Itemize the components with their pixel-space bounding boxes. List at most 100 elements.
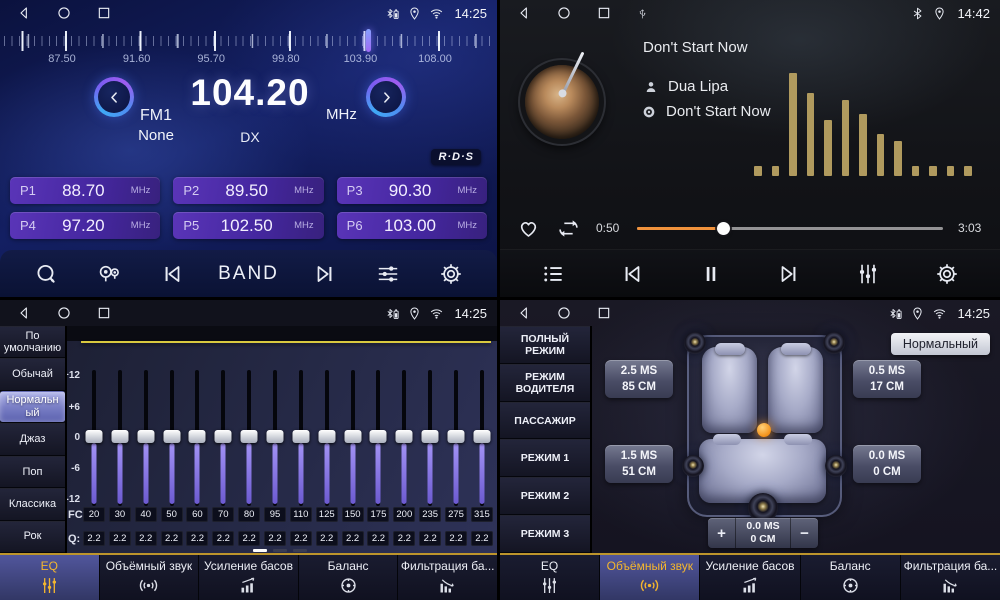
delay-decrease-button[interactable]: − bbox=[790, 518, 818, 548]
eq-slider-thumb[interactable] bbox=[111, 430, 128, 443]
eq-slider-thumb[interactable] bbox=[267, 430, 284, 443]
nav-back-icon[interactable] bbox=[516, 5, 532, 21]
eq-tab-surround[interactable]: Объёмный звук bbox=[100, 555, 200, 600]
surround-mode-item[interactable]: РЕЖИМ 3 bbox=[500, 515, 590, 553]
favorite-icon[interactable] bbox=[516, 216, 541, 241]
eq-preset-item[interactable]: Классика bbox=[0, 488, 65, 520]
nav-recents-icon[interactable] bbox=[96, 305, 112, 321]
listener-position-dot[interactable] bbox=[757, 423, 771, 437]
eq-slider-thumb[interactable] bbox=[292, 430, 309, 443]
eq-slider-thumb[interactable] bbox=[241, 430, 258, 443]
radio-settings-button[interactable] bbox=[434, 255, 468, 293]
eq-band-column bbox=[316, 368, 338, 508]
radio-preset-p1-button[interactable]: P188.70MHz bbox=[10, 177, 160, 204]
seek-bar-thumb[interactable] bbox=[717, 222, 730, 235]
delay-front-left-button[interactable]: 2.5 MS85 CM bbox=[605, 360, 673, 398]
eq-slider-thumb[interactable] bbox=[370, 430, 387, 443]
dx-mode-indicator[interactable]: DX bbox=[227, 129, 273, 145]
nav-back-icon[interactable] bbox=[516, 305, 532, 321]
preset-unit: MHz bbox=[131, 185, 151, 196]
player-pause-button[interactable] bbox=[694, 255, 728, 293]
eq-tab-eq[interactable]: EQ bbox=[0, 555, 100, 600]
surround-tab-balance[interactable]: Баланс bbox=[801, 555, 901, 600]
eq-preset-item[interactable]: Обычай bbox=[0, 358, 65, 390]
eq-slider-thumb[interactable] bbox=[189, 430, 206, 443]
eq-slider-thumb[interactable] bbox=[344, 430, 361, 443]
delay-front-right-button[interactable]: 0.5 MS17 CM bbox=[853, 360, 921, 398]
delay-increase-button[interactable]: + bbox=[708, 518, 736, 548]
radio-preset-p3-button[interactable]: P390.30MHz bbox=[337, 177, 487, 204]
player-previous-button[interactable] bbox=[615, 255, 649, 293]
tune-up-button[interactable] bbox=[366, 77, 406, 117]
location-icon bbox=[910, 306, 925, 321]
eq-page-indicator[interactable] bbox=[253, 549, 267, 552]
eq-tab-filter[interactable]: Фильтрация ба... bbox=[398, 555, 497, 600]
eq-page-indicator[interactable] bbox=[273, 549, 287, 552]
surround-tab-filter[interactable]: Фильтрация ба... bbox=[901, 555, 1000, 600]
delay-rear-right-button[interactable]: 0.0 MS0 CM bbox=[853, 445, 921, 483]
eq-slider-thumb[interactable] bbox=[86, 430, 103, 443]
nav-home-icon[interactable] bbox=[556, 5, 572, 21]
nav-recents-icon[interactable] bbox=[596, 305, 612, 321]
player-settings-button[interactable] bbox=[930, 255, 964, 293]
eq-preset-item[interactable]: По умолчанию bbox=[0, 326, 65, 358]
eq-tab-bass[interactable]: Усиление басов bbox=[199, 555, 299, 600]
radio-band-button[interactable]: BAND bbox=[218, 255, 279, 293]
radio-seek-up-button[interactable] bbox=[308, 255, 342, 293]
surround-tab-surround[interactable]: Объёмный звук bbox=[600, 555, 700, 600]
radio-stations-button[interactable] bbox=[92, 255, 126, 293]
repeat-icon[interactable] bbox=[556, 216, 581, 241]
q-cell: 2.2 bbox=[290, 531, 312, 546]
radio-preset-p5-button[interactable]: P5102.50MHz bbox=[173, 212, 323, 239]
surround-tab-bass[interactable]: Усиление басов bbox=[700, 555, 800, 600]
surround-mode-item[interactable]: РЕЖИМ 1 bbox=[500, 439, 590, 477]
radio-seek-down-button[interactable] bbox=[155, 255, 189, 293]
radio-preset-p4-button[interactable]: P497.20MHz bbox=[10, 212, 160, 239]
nav-recents-icon[interactable] bbox=[596, 5, 612, 21]
eq-page-indicator[interactable] bbox=[293, 549, 307, 552]
eq-slider-thumb[interactable] bbox=[137, 430, 154, 443]
eq-slider-thumb[interactable] bbox=[473, 430, 490, 443]
eq-slider-thumb[interactable] bbox=[318, 430, 335, 443]
nav-home-icon[interactable] bbox=[56, 305, 72, 321]
seek-bar[interactable] bbox=[637, 227, 943, 230]
sound-profile-button[interactable]: Нормальный bbox=[891, 333, 990, 355]
nav-back-icon[interactable] bbox=[16, 305, 32, 321]
elapsed-time: 0:50 bbox=[596, 221, 622, 235]
nav-recents-icon[interactable] bbox=[96, 5, 112, 21]
eq-preset-item[interactable]: Рок bbox=[0, 521, 65, 553]
eq-slider-thumb[interactable] bbox=[215, 430, 232, 443]
radio-audio-settings-button[interactable] bbox=[371, 255, 405, 293]
q-value: 2.2 bbox=[393, 531, 415, 546]
eq-slider-thumb[interactable] bbox=[163, 430, 180, 443]
fc-cell: 50 bbox=[161, 507, 183, 522]
surround-mode-item[interactable]: ПОЛНЫЙ РЕЖИМ bbox=[500, 326, 590, 364]
nav-home-icon[interactable] bbox=[56, 5, 72, 21]
surround-mode-item[interactable]: РЕЖИМ 2 bbox=[500, 477, 590, 515]
eq-band-column bbox=[471, 368, 493, 508]
radio-preset-p6-button[interactable]: P6103.00MHz bbox=[337, 212, 487, 239]
delay-rear-left-button[interactable]: 1.5 MS51 CM bbox=[605, 445, 673, 483]
radio-preset-p2-button[interactable]: P289.50MHz bbox=[173, 177, 323, 204]
radio-scan-button[interactable] bbox=[29, 255, 63, 293]
eq-slider-thumb[interactable] bbox=[422, 430, 439, 443]
eq-slider-fill bbox=[273, 443, 278, 504]
player-audio-settings-button[interactable] bbox=[851, 255, 885, 293]
eq-preset-item[interactable]: Джаз bbox=[0, 423, 65, 455]
surround-mode-item[interactable]: ПАССАЖИР bbox=[500, 402, 590, 440]
q-row-label: Q: bbox=[68, 533, 80, 545]
eq-slider-thumb[interactable] bbox=[396, 430, 413, 443]
nav-home-icon[interactable] bbox=[556, 305, 572, 321]
surround-mode-item[interactable]: РЕЖИМ ВОДИТЕЛЯ bbox=[500, 364, 590, 402]
player-next-button[interactable] bbox=[772, 255, 806, 293]
nav-back-icon[interactable] bbox=[16, 5, 32, 21]
surround-tab-eq[interactable]: EQ bbox=[500, 555, 600, 600]
eq-preset-item[interactable]: Поп bbox=[0, 456, 65, 488]
preset-grid: P188.70MHz P289.50MHz P390.30MHz P497.20MHz… bbox=[10, 177, 487, 239]
preset-freq: 89.50 bbox=[225, 181, 268, 201]
eq-preset-item[interactable]: Нормальный bbox=[0, 391, 65, 423]
tuning-dial[interactable]: 87.5091.6095.7099.80103.90108.00 bbox=[0, 27, 497, 65]
eq-slider-thumb[interactable] bbox=[448, 430, 465, 443]
eq-tab-balance[interactable]: Баланс bbox=[299, 555, 399, 600]
player-playlist-button[interactable] bbox=[536, 255, 570, 293]
